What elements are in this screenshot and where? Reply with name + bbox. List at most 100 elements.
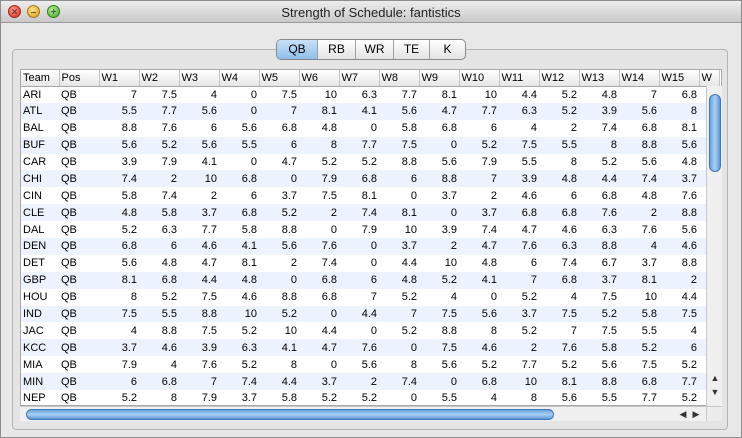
arrow-up-icon[interactable]: ▲ (707, 372, 723, 384)
week-score-cell: 6 (490, 122, 497, 135)
week-score-cell: 7.7 (401, 88, 417, 101)
week-score-cell: 0 (330, 223, 337, 236)
table-row[interactable]: ARI QB 7 7.5 4 0 7.5 10 6.3 7.7 8.1 10 4.4 5.2 4.8 7 6.8 (21, 86, 719, 103)
table-row[interactable]: CLE QB 4.8 5.8 3.7 6.8 5.2 2 7.4 8.1 0 3.7 6.8 6.8 7.6… (21, 204, 719, 222)
week-score-cell: 5.5 (641, 324, 657, 337)
tab-wr[interactable]: WR (355, 40, 393, 59)
week-score-cell: 0 (370, 324, 377, 337)
title-bar[interactable]: × – + Strength of Schedule: fantistics (1, 1, 741, 23)
week-score-cell: 7 (259, 102, 299, 120)
week-score-cell: 6 (259, 136, 299, 154)
week-score-cell: 4.6 (521, 189, 537, 202)
column-header-w13[interactable]: W13 (579, 70, 620, 87)
week-score-cell: 6.8 (339, 170, 379, 188)
column-header-w2[interactable]: W2 (139, 70, 180, 87)
horizontal-scrollbar[interactable]: ◀ ▶ (20, 406, 706, 421)
column-header-team[interactable]: Team (21, 70, 60, 87)
vertical-scrollbar[interactable]: ▲ ▼ (706, 86, 722, 406)
table-row[interactable]: MIN QB 6 6.8 7 7.4 4.4 3.7 2 7.4 0 6.8 10 8.1 8.8 6.8 7.… (21, 373, 719, 391)
tab-rb[interactable]: RB (317, 40, 355, 59)
column-header-w10[interactable]: W10 (459, 70, 500, 87)
table-row[interactable]: IND QB 7.5 5.5 8.8 10 5.2 0 4.4 7 7.5 5.6 3.7 7.5 5.2 5… (21, 305, 719, 323)
column-header-w3[interactable]: W3 (179, 70, 220, 87)
week-score-cell: 5.6 (459, 305, 499, 323)
week-score-cell: 4.6 (659, 238, 699, 255)
column-header-w11[interactable]: W11 (499, 70, 540, 87)
week-score-cell: 2 (339, 373, 379, 391)
week-score-cell: 2 (490, 189, 497, 202)
arrow-left-icon[interactable]: ◀ (678, 408, 688, 420)
column-header-w1[interactable]: W1 (99, 70, 140, 87)
week-score-cell: 7.5 (201, 324, 217, 337)
column-header-w5[interactable]: W5 (259, 70, 300, 87)
week-score-cell: 5.5 (139, 305, 179, 323)
week-score-cell: 4 (450, 291, 457, 304)
table-row[interactable]: GBP QB 8.1 6.8 4.4 4.8 0 6.8 6 4.8 5.2 4.1 7 6.8 3.7 8.… (21, 271, 719, 289)
week-score-cell: 0 (379, 339, 419, 357)
week-score-cell: 8 (299, 136, 339, 154)
week-score-cell: 7.4 (161, 189, 177, 202)
column-header-w4[interactable]: W4 (219, 70, 260, 87)
week-score-cell: 2 (619, 204, 659, 222)
column-header-w12[interactable]: W12 (539, 70, 580, 87)
tab-qb[interactable]: QB (277, 40, 317, 59)
column-header-w14[interactable]: W14 (619, 70, 660, 87)
table-row[interactable]: KCC QB 3.7 4.6 3.9 6.3 4.1 4.7 7.6 0 7.5 4.6 2 7.6 5.8… (21, 339, 719, 357)
tab-te[interactable]: TE (393, 40, 429, 59)
table-row[interactable]: JAC QB 4 8.8 7.5 5.2 10 4.4 0 5.2 8.8 8 5.2 7 7.5 5.5 4 (21, 322, 719, 339)
horizontal-scroll-thumb[interactable] (26, 409, 554, 420)
arrow-right-icon[interactable]: ▶ (691, 408, 701, 420)
week-score-cell: 7.5 (419, 305, 459, 323)
week-score-cell: 4.7 (459, 238, 499, 255)
week-score-cell: 8.1 (99, 271, 139, 289)
table-row[interactable]: MIA QB 7.9 4 7.6 5.2 8 0 5.6 8 5.6 5.2 7.7 5.2 5.6 7.5 5… (21, 356, 719, 373)
table-row[interactable]: DET QB 5.6 4.8 4.7 8.1 2 7.4 0 4.4 10 4.8 6 7.4 6.7 3.7… (21, 255, 719, 272)
column-header-pos[interactable]: Pos (59, 70, 100, 87)
week-score-cell: 5.2 (259, 305, 299, 323)
week-score-cell: 7.5 (321, 189, 337, 202)
arrow-down-icon[interactable]: ▼ (707, 386, 723, 398)
table-row[interactable]: CHI QB 7.4 2 10 6.8 0 7.9 6.8 6 8.8 7 3.9 4.8 4.4 7.4 3.… (21, 170, 719, 188)
week-score-cell: 6.8 (499, 204, 539, 222)
table-row[interactable]: NEP QB 5.2 8 7.9 3.7 5.8 5.2 5.2 0 5.5 4 8 5.6 5.5 7.7 5… (21, 390, 719, 405)
tab-k[interactable]: K (429, 40, 465, 59)
position-cell: QB (59, 339, 99, 357)
column-header-w8[interactable]: W8 (379, 70, 420, 87)
table-row[interactable]: ATL QB 5.5 7.7 5.6 0 7 8.1 4.1 5.6 4.7 7.7 6.3 5.2 3.9… (21, 102, 719, 120)
week-score-cell: 3.7 (641, 257, 657, 270)
column-header-w15[interactable]: W15 (659, 70, 700, 87)
week-score-cell: 3.7 (499, 305, 539, 323)
table-row[interactable]: DEN QB 6.8 6 4.6 4.1 5.6 7.6 0 3.7 2 4.7 7.6 6.3 8.8 4 4… (21, 238, 719, 255)
vertical-scroll-thumb[interactable] (709, 94, 721, 172)
week-score-cell: 5.6 (441, 156, 457, 168)
team-cell: BUF (21, 136, 59, 154)
week-score-cell: 5.2 (521, 324, 537, 337)
week-score-cell: 10 (179, 170, 219, 188)
table-row[interactable]: CIN QB 5.8 7.4 2 6 3.7 7.5 8.1 0 3.7 2 4.6 6 6.8 4.8 7.6 (21, 187, 719, 204)
table-row[interactable]: DAL QB 5.2 6.3 7.7 5.8 8.8 0 7.9 10 3.9 7.4 4.7 4.6 6.… (21, 221, 719, 238)
week-score-cell: 7.9 (299, 170, 339, 188)
week-score-cell: 2 (290, 257, 297, 270)
week-score-cell: 4.7 (299, 339, 339, 357)
column-header-w9[interactable]: W9 (419, 70, 460, 87)
schedule-table[interactable]: Team Pos W1 W2 W3 W4 W5 W6 W7 W8 W9 W10 W11 W12 W13 W14… (20, 69, 722, 406)
week-score-cell: 4.7 (419, 102, 459, 120)
table-row[interactable]: BAL QB 8.8 7.6 6 5.6 6.8 4.8 0 5.8 6.8 6 4 2 7.4 6.8 8.1 (21, 120, 719, 137)
column-header-w[interactable]: W (699, 70, 720, 87)
week-score-cell: 4.8 (219, 271, 259, 289)
week-score-cell: 3.7 (179, 204, 219, 222)
week-score-cell: 5.2 (481, 358, 497, 371)
week-score-cell: 4.8 (641, 189, 657, 202)
column-header-w7[interactable]: W7 (339, 70, 380, 87)
table-row[interactable]: BUF QB 5.6 5.2 5.6 5.5 6 8 7.7 7.5 0 5.2 7.5 5.5 8 8.8 5… (21, 136, 719, 154)
week-score-cell: 0 (259, 271, 299, 289)
week-score-cell: 7.6 (579, 204, 619, 222)
week-score-cell: 2 (499, 339, 539, 357)
table-row[interactable]: CAR QB 3.9 7.9 4.1 0 4.7 5.2 5.2 8.8 5.6 7.9 5.5 8 5.2… (21, 154, 719, 171)
week-score-cell: 6 (250, 189, 257, 202)
week-score-cell: 6.3 (601, 223, 617, 236)
column-header-w6[interactable]: W6 (299, 70, 340, 87)
position-cell: QB (61, 392, 77, 405)
table-row[interactable]: HOU QB 8 5.2 7.5 4.6 8.8 6.8 7 5.2 4 0 5.2 4 7.5 10 4.4 (21, 289, 719, 306)
week-score-cell: 7.7 (659, 373, 699, 391)
